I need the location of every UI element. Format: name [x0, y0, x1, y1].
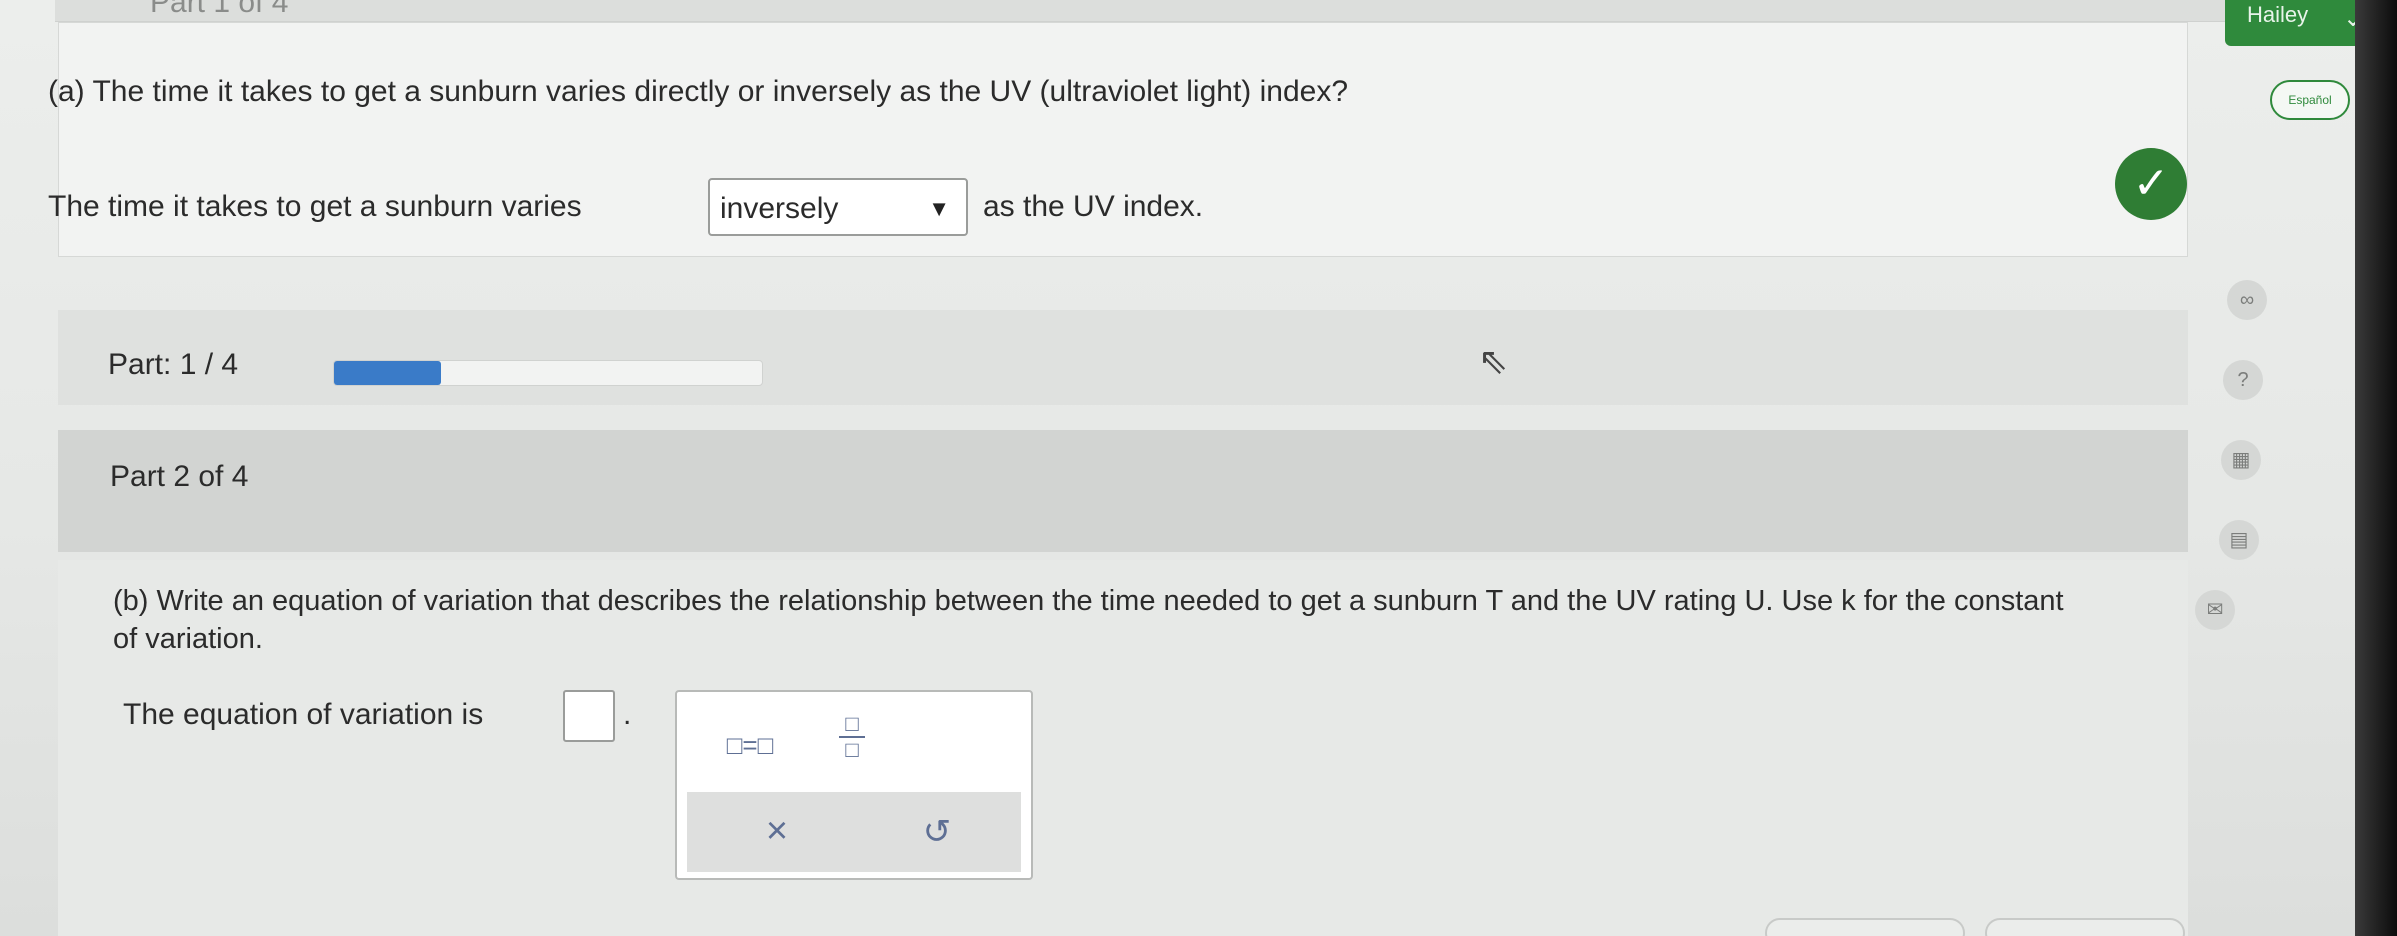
part-counter: Part 1 of 4 — [150, 0, 289, 19]
equals-template-button[interactable]: □=□ — [705, 730, 795, 761]
part-progress-label: Part: 1 / 4 — [108, 348, 239, 381]
equation-label: The equation of variation is — [123, 698, 484, 731]
grid-icon[interactable]: ▤ — [2219, 520, 2259, 560]
fraction-template-button[interactable]: □ □ — [827, 712, 877, 762]
clear-button[interactable]: × — [747, 810, 807, 853]
top-bar: Part 1 of 4 — [55, 0, 2275, 22]
dropdown-arrow-icon: ▼ — [928, 196, 950, 221]
part-b-body: (b) Write an equation of variation that … — [58, 560, 2188, 936]
user-name: Hailey — [2247, 2, 2309, 27]
side-toolbar: ∞ ? ▦ ▤ ✉ — [2175, 250, 2285, 670]
calculator-icon[interactable]: ▦ — [2221, 440, 2261, 480]
progress-bar — [333, 360, 763, 386]
part-2-title: Part 2 of 4 — [110, 460, 249, 493]
progress-row: Part: 1 / 4 — [58, 310, 2188, 405]
bottom-button-1[interactable] — [1765, 918, 1965, 936]
equation-period: . — [623, 698, 632, 731]
language-toggle-button[interactable]: Español — [2270, 80, 2350, 120]
screen: Part 1 of 4 Hailey ⌄ Español (a) The tim… — [0, 0, 2397, 936]
progress-bar-fill — [334, 361, 441, 385]
math-input-palette: □=□ □ □ × ↺ — [675, 690, 1033, 880]
answer-prefix: The time it takes to get a sunburn varie… — [48, 190, 582, 223]
undo-button[interactable]: ↺ — [912, 812, 962, 852]
message-icon[interactable]: ✉ — [2195, 590, 2235, 630]
fraction-denominator: □ — [845, 737, 859, 762]
part-2-header: Part 2 of 4 — [58, 430, 2188, 552]
glasses-icon[interactable]: ∞ — [2227, 280, 2267, 320]
screen-bezel — [2355, 0, 2397, 936]
answer-suffix: as the UV index. — [983, 190, 1204, 223]
bottom-button-2[interactable] — [1985, 918, 2185, 936]
dropdown-selected-value: inversely — [720, 192, 839, 225]
part-a-answer-row: The time it takes to get a sunburn varie… — [48, 178, 1348, 238]
correct-check-icon: ✓ — [2115, 148, 2187, 220]
mouse-cursor-icon: ⇖ — [1478, 340, 1509, 381]
help-icon[interactable]: ? — [2223, 360, 2263, 400]
part-b-question: (b) Write an equation of variation that … — [113, 585, 2064, 655]
fraction-numerator: □ — [845, 711, 859, 736]
variation-dropdown[interactable]: inversely ▼ — [708, 178, 968, 236]
part-a-question: (a) The time it takes to get a sunburn v… — [48, 75, 1349, 108]
palette-footer: × ↺ — [687, 792, 1021, 872]
equation-answer-input[interactable] — [563, 690, 615, 742]
